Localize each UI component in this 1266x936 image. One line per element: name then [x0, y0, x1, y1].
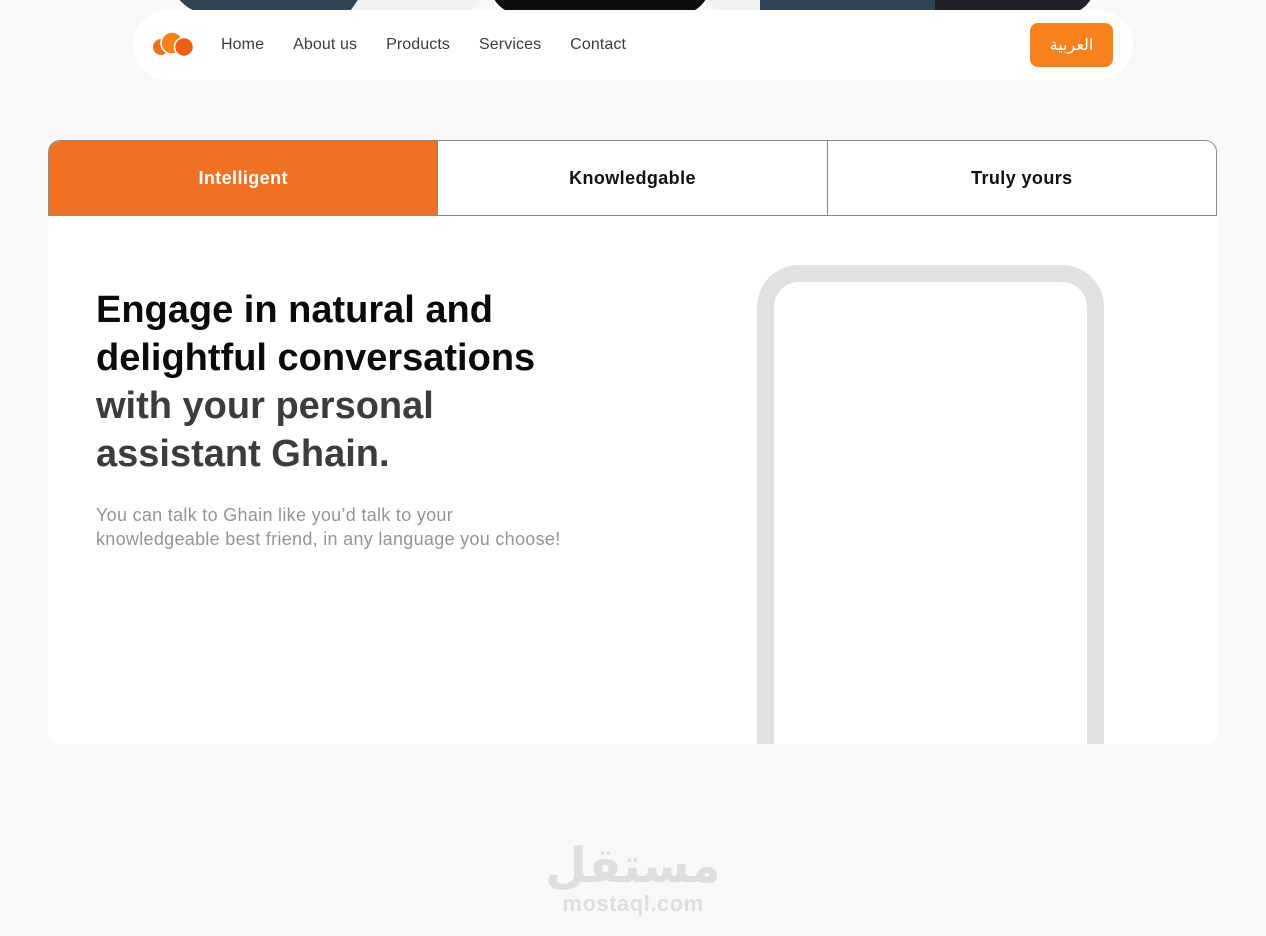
brand-logo-icon[interactable]	[152, 31, 196, 59]
feature-tabs: Intelligent Knowledgable Truly yours	[48, 140, 1217, 216]
feature-panel: Engage in natural and delightful convers…	[48, 216, 1217, 744]
nav-link-about-us[interactable]: About us	[293, 36, 357, 54]
watermark: مستقل mostaql.com	[533, 840, 733, 920]
headline-soft: with your personal assistant Ghain.	[96, 385, 434, 475]
nav-link-products[interactable]: Products	[386, 36, 450, 54]
nav-link-contact[interactable]: Contact	[570, 36, 626, 54]
feature-headline: Engage in natural and delightful convers…	[96, 286, 566, 478]
nav-links: Home About us Products Services Contact	[221, 10, 655, 80]
language-toggle-button[interactable]: العربية	[1030, 23, 1113, 67]
watermark-arabic: مستقل	[545, 838, 721, 894]
watermark-latin: mostaql.com	[562, 891, 704, 916]
headline-strong: Engage in natural and delightful convers…	[96, 289, 536, 379]
navbar: Home About us Products Services Contact …	[133, 10, 1133, 80]
feature-description: You can talk to Ghain like you’d talk to…	[96, 505, 561, 549]
tab-truly-yours[interactable]: Truly yours	[826, 141, 1216, 215]
nav-link-home[interactable]: Home	[221, 36, 264, 54]
tab-intelligent[interactable]: Intelligent	[49, 141, 438, 215]
tab-knowledgable[interactable]: Knowledgable	[437, 141, 826, 215]
phone-mockup	[757, 265, 1104, 744]
nav-link-services[interactable]: Services	[479, 36, 541, 54]
